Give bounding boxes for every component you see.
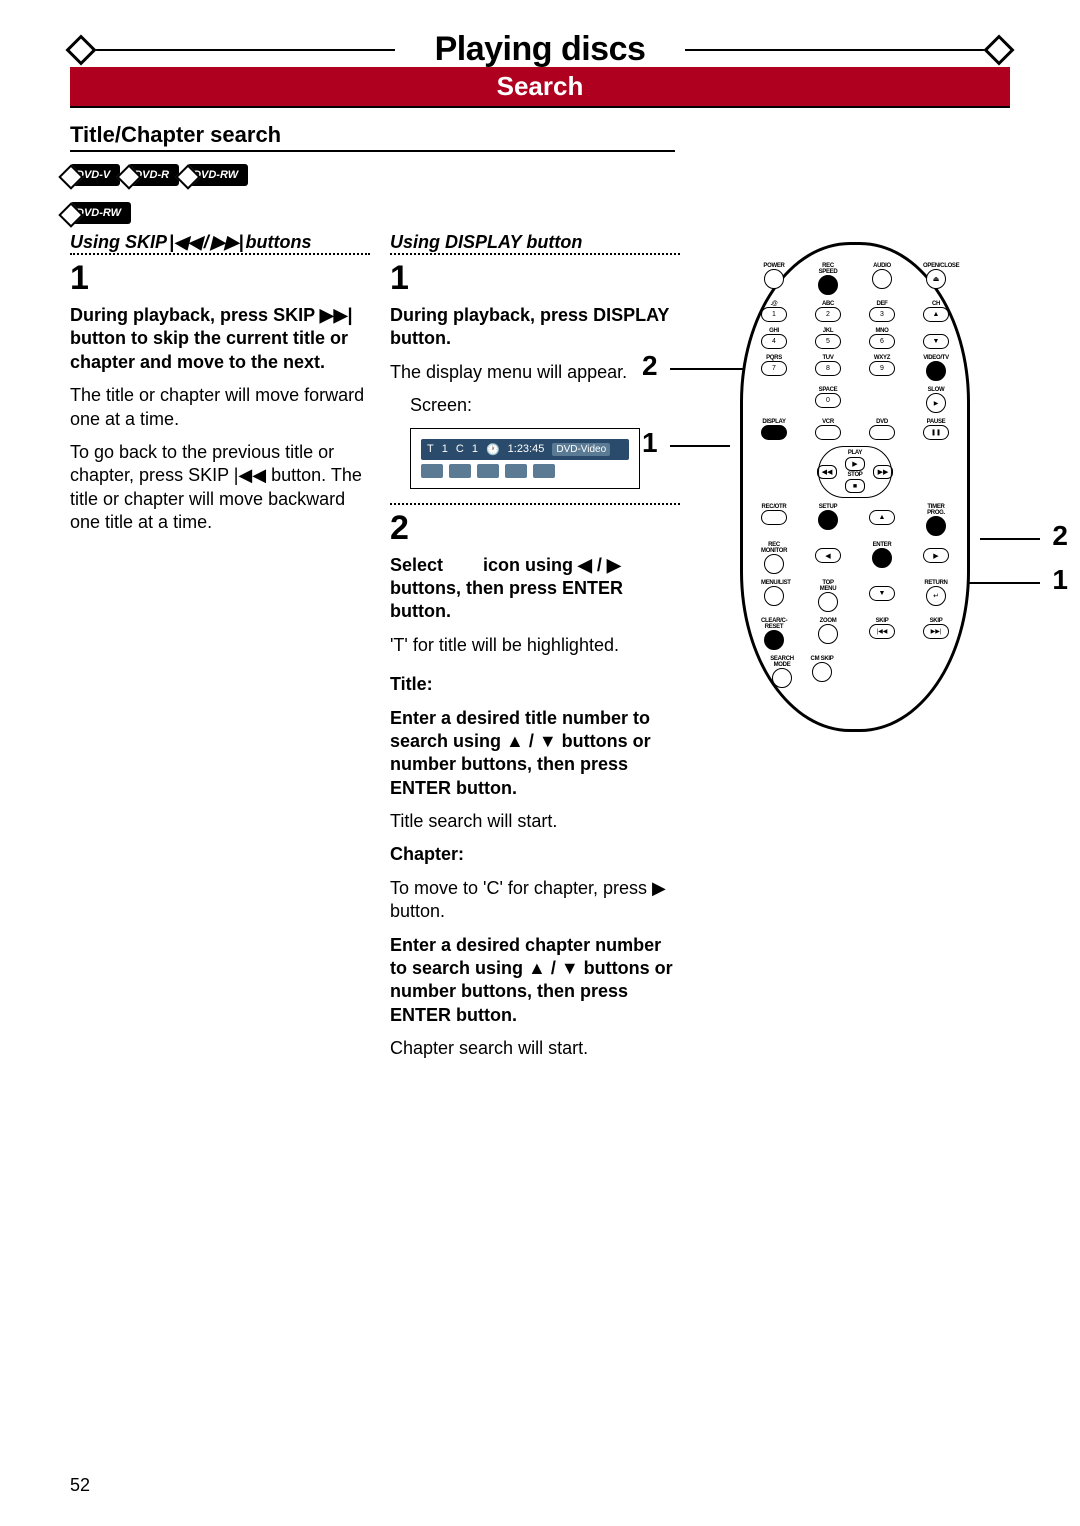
- remote-transport-pad: ◀◀ ▶▶ PLAY ▶ STOP ■: [818, 446, 892, 498]
- remote-rec: [761, 510, 787, 525]
- remote-control-diagram: POWER REC SPEED AUDIO OPEN/CLOSE⏏ .@1 AB…: [740, 242, 970, 732]
- remote-recspeed: [818, 275, 838, 295]
- display-step2-p1: 'T' for title will be highlighted.: [390, 634, 680, 657]
- remote-return: ↵: [926, 586, 946, 606]
- remote-cmskip: [812, 662, 832, 682]
- skip-fwd-icon: ▶▶|: [211, 232, 244, 253]
- step-number-1: 1: [70, 259, 370, 298]
- display-heading: Using DISPLAY button: [390, 232, 680, 255]
- remote-play: ▶: [845, 457, 865, 471]
- title-instruction-p: Title search will start.: [390, 810, 680, 833]
- skip-instruction-p2: To go back to the previous title or chap…: [70, 441, 370, 535]
- remote-recmon: [764, 554, 784, 574]
- skip-back-icon: |◀◀: [169, 232, 202, 253]
- remote-pause: ❚❚: [923, 425, 949, 440]
- callout-1-left: 1: [642, 427, 658, 459]
- badge-dvd-v: DVD-V: [70, 164, 120, 186]
- remote-clear: [764, 630, 784, 650]
- remote-setup: [818, 510, 838, 530]
- remote-left: ◀: [815, 548, 841, 563]
- badge-dvd-r: DVD-R: [128, 164, 179, 186]
- remote-9: 9: [869, 361, 895, 376]
- remote-up: ▲: [869, 510, 895, 525]
- remote-5: 5: [815, 334, 841, 349]
- column-remote: 2 1 POWER REC SPEED AUDIO OPEN/CLOSE⏏ .@…: [700, 232, 1010, 1071]
- page-number: 52: [70, 1475, 90, 1496]
- callout-2-left: 2: [642, 350, 658, 382]
- remote-right: ▶: [923, 548, 949, 563]
- remote-skip-fwd: ▶▶|: [923, 624, 949, 639]
- step-number-2: 2: [390, 509, 680, 548]
- screen-label: Screen:: [410, 394, 680, 417]
- remote-zoom: [818, 624, 838, 644]
- chapter-label: Chapter:: [390, 843, 680, 866]
- remote-6: 6: [869, 334, 895, 349]
- subheader-title: Search: [70, 67, 1010, 106]
- skip-heading: Using SKIP |◀◀ / ▶▶| buttons: [70, 232, 370, 255]
- remote-ff: ▶▶: [873, 465, 893, 479]
- chapter-p2: Chapter search will start.: [390, 1037, 680, 1060]
- badge-dvd-rw-vr: VRDVD-RW: [70, 202, 131, 224]
- remote-0: 0: [815, 393, 841, 408]
- remote-ch-dn: ▼: [923, 334, 949, 349]
- disc-type-badges: DVD-V DVD-R VideoDVD-RW VRDVD-RW: [70, 164, 1010, 224]
- remote-2: 2: [815, 307, 841, 322]
- section-title: Title/Chapter search: [70, 122, 1010, 148]
- screen-diagram: T1 C1 🕐 1:23:45 DVD-Video: [410, 428, 640, 489]
- remote-7: 7: [761, 361, 787, 376]
- page-header: Playing discs Search: [70, 30, 1010, 108]
- chapter-instruction-bold: Enter a desired chapter number to search…: [390, 934, 680, 1028]
- remote-eject: ⏏: [926, 269, 946, 289]
- remote-ch-up: ▲: [923, 307, 949, 322]
- subheader-bar: Search: [70, 69, 1010, 108]
- chapter-p1: To move to 'C' for chapter, press ▶ butt…: [390, 877, 680, 924]
- remote-1: 1: [761, 307, 787, 322]
- remote-audio: [872, 269, 892, 289]
- skip-instruction-bold: During playback, press SKIP ▶▶| button t…: [70, 304, 370, 374]
- remote-slow: ▶: [926, 393, 946, 413]
- remote-8: 8: [815, 361, 841, 376]
- title-label: Title:: [390, 673, 680, 696]
- section-rule: [70, 150, 675, 152]
- remote-dvd: [869, 425, 895, 440]
- remote-menulist: [764, 586, 784, 606]
- callout-1-right: 1: [1052, 564, 1068, 596]
- column-display-button: Using DISPLAY button 1 During playback, …: [390, 232, 680, 1071]
- badge-dvd-rw-video: VideoDVD-RW: [187, 164, 248, 186]
- remote-power: [764, 269, 784, 289]
- remote-vcr: [815, 425, 841, 440]
- remote-stop: ■: [845, 479, 865, 493]
- title-instruction-bold: Enter a desired title number to search u…: [390, 707, 680, 801]
- skip-instruction-p1: The title or chapter will move forward o…: [70, 384, 370, 431]
- remote-skip-back: |◀◀: [869, 624, 895, 639]
- remote-rw: ◀◀: [817, 465, 837, 479]
- display-step1-p1: The display menu will appear.: [390, 361, 680, 384]
- remote-3: 3: [869, 307, 895, 322]
- page-title: Playing discs: [395, 30, 686, 69]
- remote-timer: [926, 516, 946, 536]
- column-skip-buttons: Using SKIP |◀◀ / ▶▶| buttons 1 During pl…: [70, 232, 370, 1071]
- display-step1-bold: During playback, press DISPLAY button.: [390, 304, 680, 351]
- remote-topmenu: [818, 592, 838, 612]
- remote-display: [761, 425, 787, 440]
- remote-search: [772, 668, 792, 688]
- display-step2-bold: Select icon using ◀ / ▶ buttons, then pr…: [390, 554, 680, 624]
- remote-videotv: [926, 361, 946, 381]
- remote-enter: [872, 548, 892, 568]
- step-number-1b: 1: [390, 259, 680, 298]
- remote-down: ▼: [869, 586, 895, 601]
- remote-4: 4: [761, 334, 787, 349]
- callout-2-right: 2: [1052, 520, 1068, 552]
